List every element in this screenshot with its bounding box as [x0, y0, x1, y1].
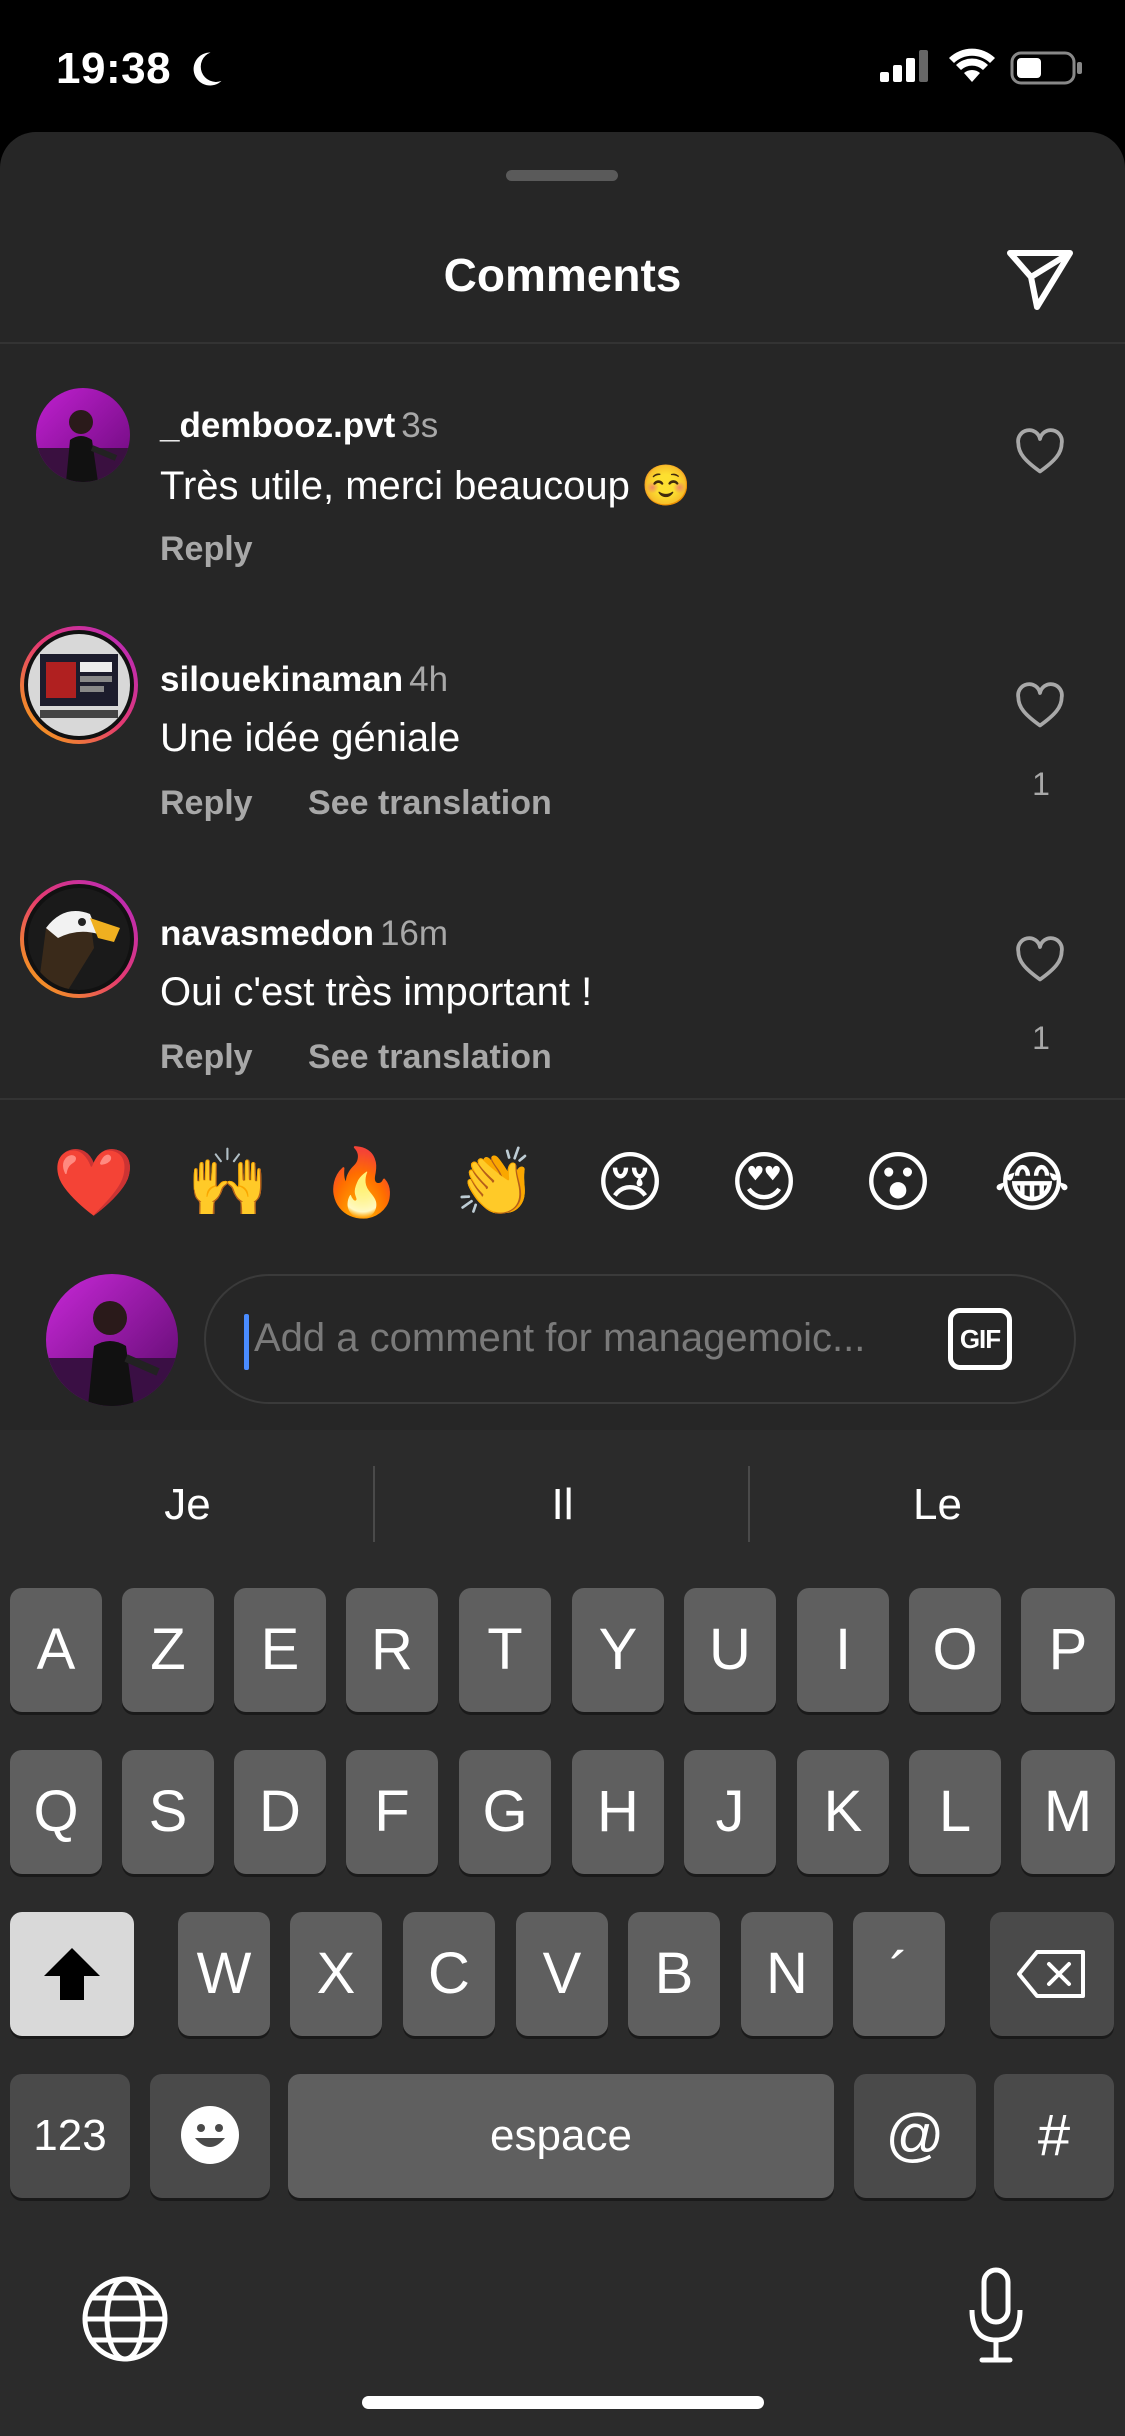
home-indicator[interactable]	[362, 2396, 764, 2409]
current-user-avatar	[46, 1274, 178, 1406]
comment-input-placeholder: Add a comment for managemoic...	[254, 1316, 866, 1360]
avatar[interactable]	[36, 388, 130, 482]
key-w[interactable]: W	[178, 1912, 270, 2036]
key-e[interactable]: E	[234, 1588, 326, 1712]
key-k[interactable]: K	[797, 1750, 889, 1874]
key-l[interactable]: L	[909, 1750, 1001, 1874]
hash-key[interactable]: #	[994, 2074, 1114, 2198]
key-d[interactable]: D	[234, 1750, 326, 1874]
key-u[interactable]: U	[684, 1588, 776, 1712]
like-count[interactable]: 1	[1016, 1020, 1066, 1057]
numbers-key[interactable]: 123	[10, 2074, 130, 2198]
see-translation-button[interactable]: See translation	[308, 1038, 552, 1076]
suggestion-1[interactable]: Je	[0, 1430, 375, 1560]
key-t[interactable]: T	[459, 1588, 551, 1712]
key-x[interactable]: X	[290, 1912, 382, 2036]
reactions-divider	[0, 1098, 1125, 1100]
gif-button[interactable]: GIF	[948, 1308, 1012, 1370]
globe-icon[interactable]	[78, 2272, 172, 2366]
key-i[interactable]: I	[797, 1588, 889, 1712]
comment-username[interactable]: _dembooz.pvt 3s	[160, 406, 438, 446]
key-acute-accent[interactable]: ´	[853, 1912, 945, 2036]
key-f[interactable]: F	[346, 1750, 438, 1874]
key-b[interactable]: B	[628, 1912, 720, 2036]
at-key[interactable]: @	[854, 2074, 976, 2198]
comment-item: silouekinaman 4h Une idée géniale Reply S…	[0, 608, 1125, 858]
reaction-laughing[interactable]: 😂	[982, 1132, 1082, 1232]
comment-text: Très utile, merci beaucoup ☺️	[160, 464, 691, 508]
key-a[interactable]: A	[10, 1588, 102, 1712]
key-r[interactable]: R	[346, 1588, 438, 1712]
status-time: 19:38	[56, 44, 172, 93]
heart-outline-icon[interactable]	[1014, 426, 1066, 478]
reply-button[interactable]: Reply	[160, 530, 253, 568]
paper-plane-icon[interactable]	[1004, 244, 1076, 316]
comment-time: 16m	[379, 914, 449, 953]
shift-arrow-icon	[44, 1948, 100, 2000]
suggestion-2[interactable]: Il	[375, 1430, 750, 1560]
comment-input[interactable]: Add a comment for managemoic... GIF	[204, 1274, 1076, 1404]
reaction-raised-hands[interactable]: 🙌	[178, 1132, 278, 1232]
cellular-signal-icon	[880, 50, 928, 82]
key-y[interactable]: Y	[572, 1588, 664, 1712]
microphone-icon[interactable]	[964, 2266, 1028, 2366]
emoji-face-icon	[181, 2106, 239, 2164]
key-c[interactable]: C	[403, 1912, 495, 2036]
key-m[interactable]: M	[1021, 1750, 1115, 1874]
comment-text: Une idée géniale	[160, 716, 461, 760]
header-divider	[0, 342, 1125, 344]
comment-text: Oui c'est très important !	[160, 970, 593, 1014]
comment-username[interactable]: silouekinaman 4h	[160, 660, 448, 700]
key-h[interactable]: H	[572, 1750, 664, 1874]
reply-button[interactable]: Reply	[160, 784, 253, 822]
wifi-icon	[949, 48, 995, 82]
key-n[interactable]: N	[741, 1912, 833, 2036]
see-translation-button[interactable]: See translation	[308, 784, 552, 822]
key-q[interactable]: Q	[10, 1750, 102, 1874]
key-z[interactable]: Z	[122, 1588, 214, 1712]
battery-icon	[1010, 51, 1082, 85]
key-s[interactable]: S	[122, 1750, 214, 1874]
key-g[interactable]: G	[459, 1750, 551, 1874]
comment-username[interactable]: navasmedon 16m	[160, 914, 448, 954]
reaction-crying[interactable]: 😢	[580, 1132, 680, 1232]
comment-item: _dembooz.pvt 3s Très utile, merci beaucou…	[0, 354, 1125, 604]
reply-button[interactable]: Reply	[160, 1038, 253, 1076]
backspace-icon	[1017, 1950, 1085, 1998]
status-bar: 19:38	[0, 0, 1125, 132]
shift-key[interactable]	[10, 1912, 134, 2036]
emoji-key[interactable]	[150, 2074, 270, 2198]
comment-time: 3s	[401, 406, 439, 445]
heart-outline-icon[interactable]	[1014, 934, 1066, 986]
key-o[interactable]: O	[909, 1588, 1001, 1712]
heart-outline-icon[interactable]	[1014, 680, 1066, 732]
key-v[interactable]: V	[516, 1912, 608, 2036]
reaction-clap[interactable]: 👏	[446, 1132, 546, 1232]
reaction-surprised[interactable]: 😮	[848, 1132, 948, 1232]
space-key[interactable]: espace	[288, 2074, 834, 2198]
reaction-heart-eyes[interactable]: 😍	[714, 1132, 814, 1232]
comment-time: 4h	[409, 660, 449, 699]
sheet-title: Comments	[443, 249, 682, 301]
text-caret	[244, 1314, 249, 1370]
avatar[interactable]	[20, 880, 138, 998]
comment-item: navasmedon 16m Oui c'est très important !…	[0, 862, 1125, 1112]
like-count[interactable]: 1	[1016, 766, 1066, 803]
moon-icon	[193, 52, 222, 86]
key-j[interactable]: J	[684, 1750, 776, 1874]
suggestion-3[interactable]: Le	[750, 1430, 1125, 1560]
sheet-grabber[interactable]	[506, 170, 618, 181]
key-p[interactable]: P	[1021, 1588, 1115, 1712]
reaction-fire[interactable]: 🔥	[312, 1132, 412, 1232]
backspace-key[interactable]	[990, 1912, 1114, 2036]
reaction-heart[interactable]: ❤️	[44, 1132, 144, 1232]
quick-reactions-bar: ❤️ 🙌 🔥 👏 😢 😍 😮 😂	[0, 1132, 1125, 1242]
avatar[interactable]	[20, 626, 138, 744]
